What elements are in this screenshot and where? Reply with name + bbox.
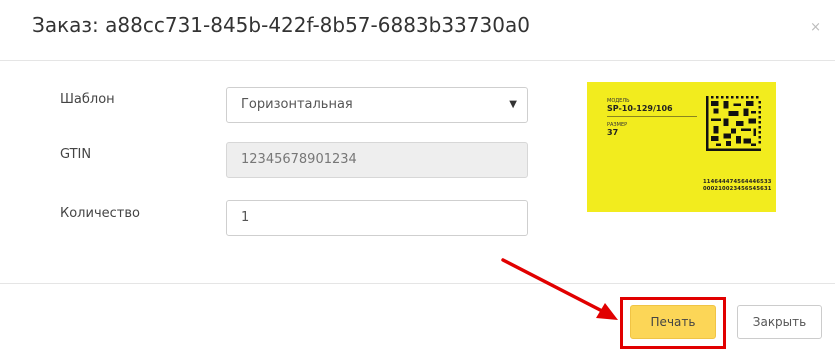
dialog-header: Заказ: a88cc731-845b-422f-8b57-6883b3373… [0, 0, 835, 61]
gtin-value: 12345678901234 [241, 152, 357, 167]
code-line-2: 000210023456545631 [703, 186, 772, 192]
gtin-field: 12345678901234 [226, 142, 528, 178]
label-preview: МОДЕЛЬ SP-10-129/106 РАЗМЕР 37 114644474… [587, 82, 776, 212]
close-icon[interactable]: × [810, 20, 821, 35]
print-button[interactable]: Печать [630, 305, 716, 339]
preview-divider [607, 116, 697, 117]
dialog-title: Заказ: a88cc731-845b-422f-8b57-6883b3373… [32, 13, 530, 37]
close-button[interactable]: Закрыть [737, 305, 822, 339]
gtin-label: GTIN [60, 147, 92, 162]
code-line-1: 114644474564446533 [703, 179, 772, 185]
template-label: Шаблон [60, 92, 115, 107]
quantity-value: 1 [241, 210, 250, 225]
template-select[interactable]: Горизонтальная ▼ [226, 87, 528, 123]
caret-down-icon: ▼ [509, 99, 517, 110]
datamatrix-code-icon [706, 96, 761, 151]
quantity-label: Количество [60, 206, 140, 221]
template-select-value: Горизонтальная [241, 97, 353, 112]
model-value: SP-10-129/106 [607, 104, 673, 113]
size-value: 37 [607, 128, 619, 137]
dialog-body: Шаблон Горизонтальная ▼ GTIN 12345678901… [0, 61, 835, 283]
quantity-input[interactable]: 1 [226, 200, 528, 236]
